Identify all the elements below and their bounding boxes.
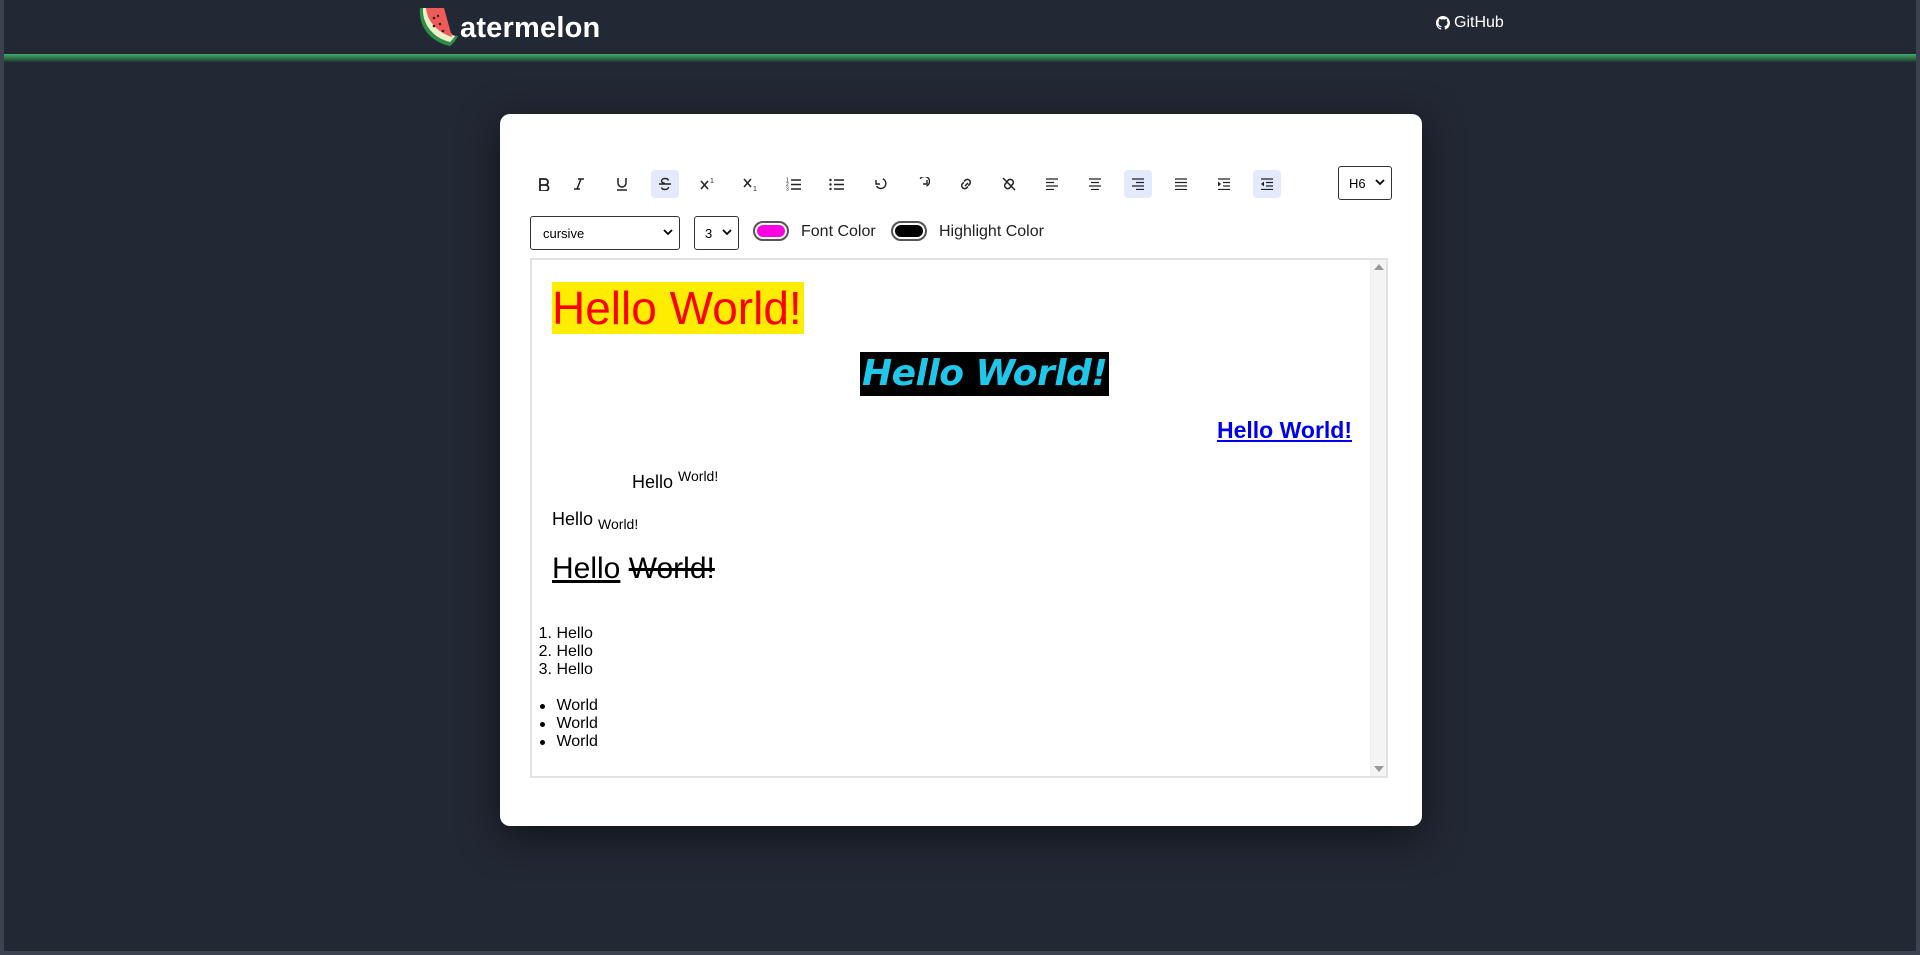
undo-icon [875,178,887,190]
font-color-picker[interactable] [753,221,789,241]
list-item: 2. Hello [538,643,593,660]
align-left-icon [1046,178,1058,190]
chevron-down-icon [1375,179,1385,186]
underline-icon [617,178,627,191]
font-family-select[interactable]: cursive [530,216,680,250]
subscript-icon: 1 [743,178,757,191]
indent-button[interactable] [1210,170,1238,198]
justify-icon [1175,178,1187,190]
bold-button[interactable] [530,170,558,198]
undo-button[interactable] [866,170,894,198]
heading-select-value: H6 [1349,175,1366,191]
style-toolbar: cursive 3 Font Color Highlight Color [530,216,1390,250]
highlight-color-picker[interactable] [891,221,927,241]
editor-line-right-link[interactable]: Hello World! [1217,416,1352,444]
unordered-list: World World World [532,697,598,751]
brand-name: atermelon [460,11,601,44]
editor-card: 1 1 123 H6 cursive 3 Font Color Highligh… [500,114,1422,826]
outdent-icon [1261,178,1273,190]
superscript-text: World! [678,468,719,484]
editor-line-superscript: Hello World! [632,464,718,494]
superscript-base-text: Hello [632,472,679,492]
font-family-value: cursive [543,225,585,241]
bullet-icon [540,739,545,745]
github-link[interactable]: GitHub [1436,14,1504,32]
align-center-icon [1089,178,1101,190]
unlink-button[interactable] [995,170,1023,198]
ordered-list-button[interactable]: 123 [780,170,808,198]
link-icon [960,178,972,190]
scroll-up-arrow-icon[interactable] [1374,264,1384,270]
brand-logo[interactable]: atermelon [414,4,600,50]
italic-button[interactable] [565,170,593,198]
heading-select[interactable]: H6 [1338,166,1392,200]
subscript-base-text: Hello [552,509,599,529]
indent-icon [1218,178,1230,190]
list-item: 1. Hello [538,625,593,642]
rich-text-editor[interactable]: Hello World! Hello World! Hello World! H… [530,258,1388,778]
link-button[interactable] [952,170,980,198]
editor-line-underline-strike: Hello World! [552,550,715,588]
subscript-text: World! [598,516,639,532]
chevron-down-icon [722,229,732,236]
editor-line-subscript: Hello World! [552,507,638,536]
top-navbar: atermelon GitHub [4,0,1916,62]
watermelon-icon [419,8,458,46]
bold-icon [539,178,550,191]
font-color-label: Font Color [801,223,876,240]
unordered-list-icon [829,178,844,191]
unordered-list-button[interactable] [823,170,851,198]
editor-line-centered-cursive: Hello World! [860,352,1110,396]
strikethrough-button[interactable] [651,170,679,198]
github-label: GitHub [1454,14,1504,31]
outdent-button[interactable] [1253,170,1281,198]
bullet-icon [540,721,545,727]
strikethrough-icon [659,177,671,191]
italic-icon [574,178,584,190]
ordered-list-icon: 123 [786,178,801,192]
formatting-toolbar: 1 1 123 H6 [530,166,1392,200]
superscript-icon: 1 [700,178,714,190]
align-center-button[interactable] [1081,170,1109,198]
ordered-list: 1. Hello 2. Hello 3. Hello [532,625,593,679]
svg-text:3: 3 [786,187,789,192]
list-item: World [532,697,598,715]
editor-line-large-highlighted: Hello World! [552,282,804,334]
list-item: World [532,733,598,751]
superscript-button[interactable]: 1 [694,170,722,198]
list-item: 3. Hello [538,661,593,678]
justify-button[interactable] [1167,170,1195,198]
font-size-value: 3 [705,225,713,241]
underlined-text: Hello [552,552,621,585]
svg-text:1: 1 [753,186,757,191]
redo-icon [919,177,930,187]
strikethrough-text: World! [628,552,715,585]
svg-text:1: 1 [710,178,714,185]
editor-scrollbar[interactable] [1370,260,1386,776]
bullet-icon [540,703,545,709]
subscript-button[interactable]: 1 [737,170,765,198]
scroll-down-arrow-icon[interactable] [1374,766,1384,772]
list-item: World [532,715,598,733]
unlink-icon [1002,177,1016,191]
font-size-select[interactable]: 3 [694,216,739,250]
chevron-down-icon [663,229,673,236]
align-right-button[interactable] [1124,170,1152,198]
redo-button[interactable] [909,170,937,198]
highlight-color-label: Highlight Color [939,223,1044,240]
align-left-button[interactable] [1038,170,1066,198]
header-divider [4,54,1916,62]
underline-button[interactable] [608,170,636,198]
align-right-icon [1132,178,1144,190]
github-icon [1436,16,1450,30]
